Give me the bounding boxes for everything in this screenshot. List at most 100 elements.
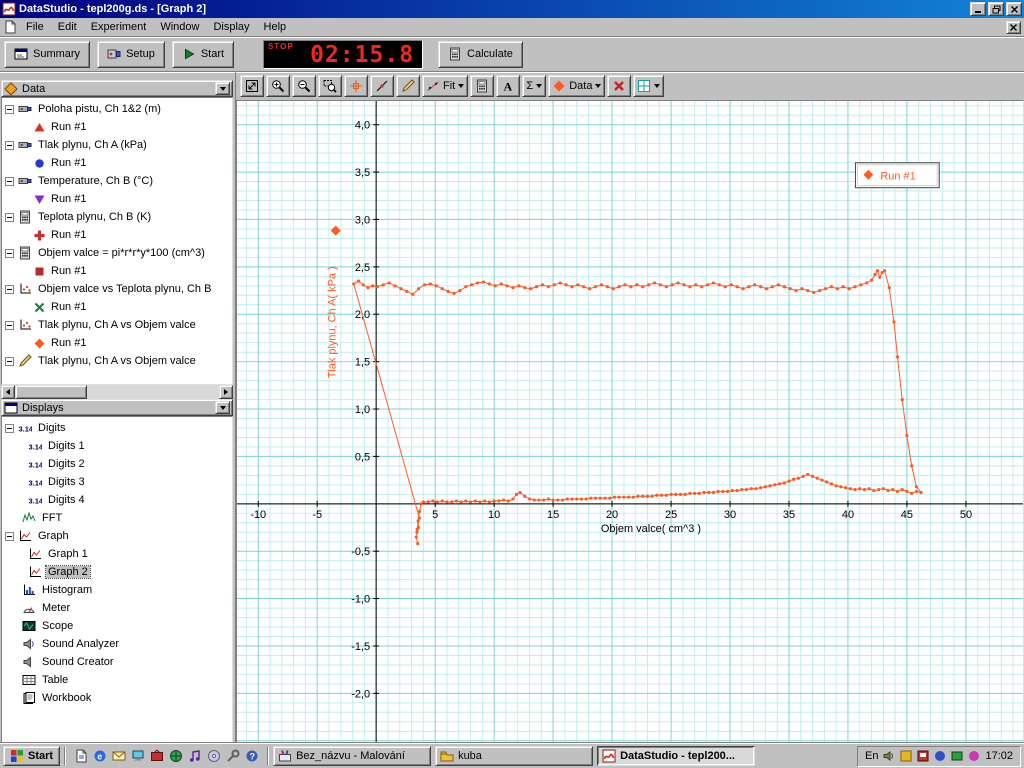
calculate-button[interactable]: Calculate: [438, 40, 523, 68]
display-item-graph-2[interactable]: Graph 2: [2, 563, 232, 581]
menu-edit[interactable]: Edit: [51, 19, 84, 36]
quicklaunch-desk-icon[interactable]: [130, 748, 146, 764]
expand-toggle[interactable]: [5, 423, 14, 433]
data-item-tlak-plynu-ch-a-vs-objem-val[interactable]: Tlak plynu, Ch A vs Objem valce: [2, 352, 232, 370]
data-run-item[interactable]: Run #1: [2, 190, 232, 208]
task-button-kuba[interactable]: kuba: [435, 746, 594, 766]
menu-file[interactable]: File: [19, 19, 51, 36]
data-item-poloha-pistu-ch-1-2-m[interactable]: Poloha pistu, Ch 1&2 (m): [2, 100, 232, 118]
display-item-digits-3[interactable]: 3.14 Digits 3: [2, 473, 232, 491]
task-button-datastudio-tepl200[interactable]: DataStudio - tepl200...: [597, 746, 756, 766]
zoom-select-button[interactable]: [318, 75, 342, 97]
text-tool-button[interactable]: A: [496, 75, 521, 97]
quicklaunch-ie-icon[interactable]: e: [92, 748, 108, 764]
calculate-tool-button[interactable]: [470, 75, 495, 97]
expand-toggle[interactable]: [5, 176, 14, 186]
data-panel-menu-button[interactable]: [215, 82, 230, 95]
tray-tray1-icon[interactable]: [899, 749, 913, 763]
display-item-digits[interactable]: 3.14 Digits: [2, 419, 232, 437]
graph-area[interactable]: -10 -5 5 10 15 20 25 30 35 40 45 50 4,0 3,5 3,0 2,5 2,0 1…: [236, 100, 1024, 743]
legend[interactable]: Run #1: [854, 162, 940, 189]
setup-button[interactable]: Setup: [97, 40, 165, 68]
task-button-bez-n-zvu-malov-n[interactable]: Bez_názvu - Malování: [273, 746, 432, 766]
display-item-scope[interactable]: Scope: [2, 617, 232, 635]
close-button[interactable]: [1006, 2, 1022, 16]
scale-to-fit-button[interactable]: [240, 75, 264, 97]
document-icon[interactable]: [3, 20, 17, 34]
display-item-digits-1[interactable]: 3.14 Digits 1: [2, 437, 232, 455]
display-item-digits-2[interactable]: 3.14 Digits 2: [2, 455, 232, 473]
display-item-digits-4[interactable]: 3.14 Digits 4: [2, 491, 232, 509]
fit-menu-button[interactable]: Fit: [422, 75, 469, 97]
quicklaunch-mail-icon[interactable]: [111, 748, 127, 764]
tray-tray3-icon[interactable]: [933, 749, 947, 763]
tray-tray5-icon[interactable]: [967, 749, 981, 763]
expand-toggle[interactable]: [5, 320, 14, 330]
keyboard-layout-indicator[interactable]: En: [865, 750, 878, 762]
slope-tool-button[interactable]: [370, 75, 394, 97]
data-run-item[interactable]: Run #1: [2, 334, 232, 352]
statistics-menu-button[interactable]: Σ: [522, 75, 547, 97]
annotation-tool-button[interactable]: [396, 75, 420, 97]
data-item-tlak-plynu-ch-a-vs-objem-val[interactable]: Tlak plynu, Ch A vs Objem valce: [2, 316, 232, 334]
zoom-in-button[interactable]: [266, 75, 290, 97]
display-item-meter[interactable]: Meter: [2, 599, 232, 617]
expand-toggle[interactable]: [5, 140, 14, 150]
expand-toggle[interactable]: [5, 248, 14, 258]
expand-toggle[interactable]: [5, 104, 14, 114]
quicklaunch-globe-icon[interactable]: [168, 748, 184, 764]
quicklaunch-tool-icon[interactable]: [225, 748, 241, 764]
graph-settings-button[interactable]: [633, 75, 665, 97]
expand-toggle[interactable]: [5, 284, 14, 294]
display-item-fft[interactable]: FFT: [2, 509, 232, 527]
expand-toggle[interactable]: [5, 212, 14, 222]
scroll-right-button[interactable]: [219, 385, 233, 399]
scroll-left-button[interactable]: [1, 385, 15, 399]
expand-toggle[interactable]: [5, 531, 14, 541]
data-item-objem-valce-vs-teplota-plynu[interactable]: Objem valce vs Teplota plynu, Ch B: [2, 280, 232, 298]
menu-display[interactable]: Display: [206, 19, 256, 36]
graph-svg[interactable]: -10 -5 5 10 15 20 25 30 35 40 45 504,03,53,02,52,01…: [237, 101, 1023, 742]
clock[interactable]: 17:02: [985, 750, 1013, 762]
expand-toggle[interactable]: [5, 356, 14, 366]
start-menu-button[interactable]: Start: [3, 746, 61, 766]
tray-tray4-icon[interactable]: [950, 749, 964, 763]
scrollbar-thumb[interactable]: [15, 385, 87, 399]
menu-experiment[interactable]: Experiment: [84, 19, 154, 36]
start-button[interactable]: Start: [171, 40, 235, 68]
tray-tray2-icon[interactable]: [916, 749, 930, 763]
data-item-objem-valce-pi-r-r-y-100-cm-[interactable]: Objem valce = pi*r*r*y*100 (cm^3): [2, 244, 232, 262]
data-run-item[interactable]: Run #1: [2, 226, 232, 244]
remove-button[interactable]: [607, 75, 632, 97]
data-run-item[interactable]: Run #1: [2, 154, 232, 172]
display-item-graph-1[interactable]: Graph 1: [2, 545, 232, 563]
data-tree-horizontal-scrollbar[interactable]: [1, 385, 233, 399]
menu-window[interactable]: Window: [153, 19, 206, 36]
menu-help[interactable]: Help: [257, 19, 294, 36]
tray-volume-icon[interactable]: [882, 749, 896, 763]
display-item-workbook[interactable]: Workbook: [2, 689, 232, 707]
quicklaunch-cd-icon[interactable]: [206, 748, 222, 764]
child-close-button[interactable]: [1006, 20, 1021, 34]
display-item-table[interactable]: Table: [2, 671, 232, 689]
quicklaunch-doc-icon[interactable]: [73, 748, 89, 764]
restore-button[interactable]: [988, 2, 1004, 16]
summary-button[interactable]: Summary: [4, 40, 91, 68]
data-run-item[interactable]: Run #1: [2, 298, 232, 316]
quicklaunch-help-icon[interactable]: ?: [244, 748, 260, 764]
data-menu-button[interactable]: Data: [548, 75, 606, 97]
quicklaunch-music-icon[interactable]: [187, 748, 203, 764]
displays-panel-menu-button[interactable]: [215, 401, 230, 414]
zoom-out-button[interactable]: [292, 75, 316, 97]
data-item-temperature-ch-b-c[interactable]: Temperature, Ch B (°C): [2, 172, 232, 190]
display-item-graph[interactable]: Graph: [2, 527, 232, 545]
data-run-item[interactable]: Run #1: [2, 262, 232, 280]
data-run-item[interactable]: Run #1: [2, 118, 232, 136]
display-item-sound-creator[interactable]: Sound Creator: [2, 653, 232, 671]
display-item-histogram[interactable]: Histogram: [2, 581, 232, 599]
minimize-button[interactable]: [970, 2, 986, 16]
data-item-teplota-plynu-ch-b-k[interactable]: Teplota plynu, Ch B (K): [2, 208, 232, 226]
smart-tool-button[interactable]: [344, 75, 368, 97]
data-item-tlak-plynu-ch-a-kpa[interactable]: Tlak plynu, Ch A (kPa): [2, 136, 232, 154]
display-item-sound-analyzer[interactable]: Sound Analyzer: [2, 635, 232, 653]
